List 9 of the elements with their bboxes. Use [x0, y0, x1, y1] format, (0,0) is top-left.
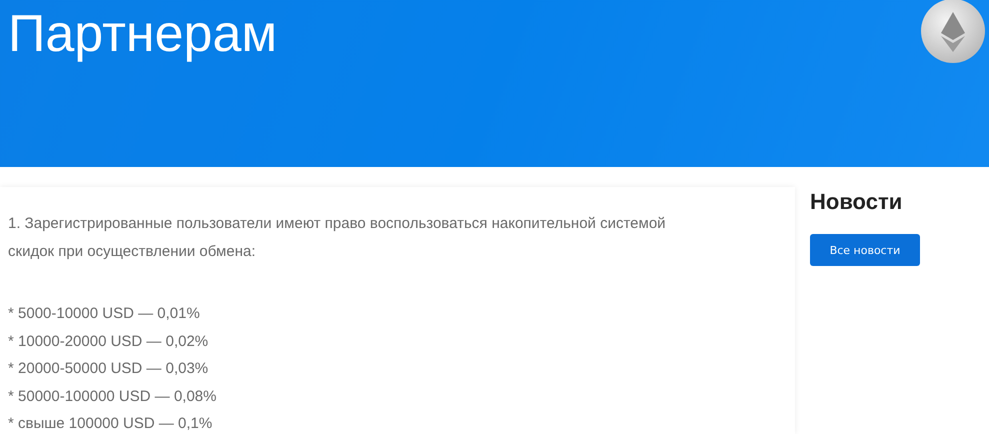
- discount-tier-text: * 10000-20000 USD — 0,02%: [8, 332, 208, 352]
- all-news-button[interactable]: Все новости: [810, 234, 920, 266]
- discount-tier-text: * 5000-10000 USD — 0,01%: [8, 304, 200, 324]
- discount-tier-text: * свыше 100000 USD — 0,1%: [8, 414, 212, 434]
- page-title: Партнерам: [7, 4, 278, 65]
- discount-tier-text: * 20000-50000 USD — 0,03%: [8, 359, 208, 379]
- news-heading: Новости: [810, 188, 902, 216]
- discount-paragraph: 1. Зарегистрированные пользователи имеют право воспользоваться накопительной системой скидок при осуществлении обмена:: [8, 214, 667, 262]
- discount-tier-text: * 50000-100000 USD — 0,08%: [8, 386, 216, 406]
